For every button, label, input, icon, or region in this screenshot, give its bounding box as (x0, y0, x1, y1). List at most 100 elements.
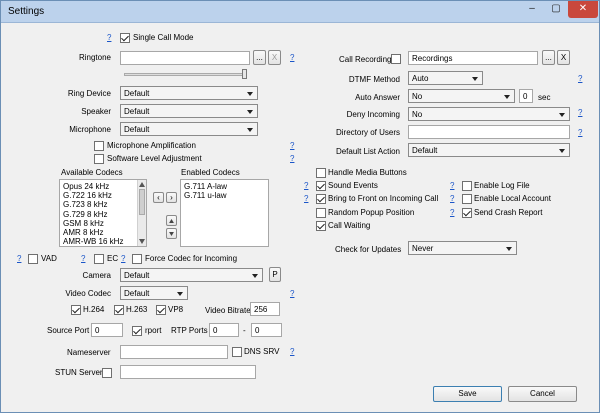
remove-codec-button[interactable]: ‹ (153, 192, 164, 203)
default-list-action-label: Default List Action (335, 147, 400, 156)
rtp-port-from-input[interactable]: 0 (209, 323, 239, 337)
ringtone-browse-button[interactable]: ... (253, 50, 266, 65)
help-link[interactable]: ? (450, 207, 454, 219)
help-link[interactable]: ? (290, 346, 294, 358)
force-codec-label: Force Codec for Incoming (145, 254, 238, 263)
mic-amplification-checkbox[interactable] (94, 141, 104, 151)
scroll-down-icon[interactable] (139, 239, 145, 244)
directory-of-users-input[interactable] (408, 125, 570, 139)
help-link[interactable]: ? (290, 153, 294, 165)
scroll-up-icon[interactable] (139, 182, 145, 187)
list-item[interactable]: G.722 16 kHz (63, 191, 134, 200)
call-waiting-checkbox[interactable] (316, 221, 326, 231)
bring-to-front-checkbox[interactable] (316, 194, 326, 204)
ec-checkbox[interactable] (94, 254, 104, 264)
help-link[interactable]: ? (450, 180, 454, 192)
source-port-input[interactable]: 0 (91, 323, 123, 337)
call-waiting-label: Call Waiting (328, 221, 371, 230)
settings-window: Settings – ▢ ✕ ? Single Call Mode Ringto… (0, 0, 600, 413)
stun-server-input[interactable] (120, 365, 256, 379)
ring-device-select[interactable]: Default (120, 86, 258, 100)
help-link[interactable]: ? (17, 253, 21, 265)
rport-checkbox[interactable] (132, 326, 142, 336)
default-list-action-select[interactable]: Default (408, 143, 570, 157)
help-link[interactable]: ? (578, 73, 582, 85)
enabled-codecs-list[interactable]: G.711 A-law G.711 u-law (180, 179, 269, 247)
move-down-icon (169, 232, 174, 236)
help-link[interactable]: ? (107, 32, 111, 44)
send-crash-report-checkbox[interactable] (462, 208, 472, 218)
camera-select[interactable]: Default (120, 268, 263, 282)
call-recording-checkbox[interactable] (391, 54, 401, 64)
enable-local-account-checkbox[interactable] (462, 194, 472, 204)
ring-device-label: Ring Device (67, 89, 111, 98)
list-item[interactable]: Opus 24 kHz (63, 182, 134, 191)
software-level-checkbox[interactable] (94, 154, 104, 164)
codecs-scrollbar[interactable] (137, 180, 146, 246)
move-up-button[interactable] (166, 215, 177, 226)
title-bar[interactable]: Settings – ▢ ✕ (1, 1, 599, 23)
handle-media-buttons-checkbox[interactable] (316, 168, 326, 178)
help-link[interactable]: ? (450, 193, 454, 205)
single-call-mode-checkbox[interactable] (120, 33, 130, 43)
directory-of-users-label: Directory of Users (335, 128, 400, 137)
stun-server-checkbox[interactable] (102, 368, 112, 378)
nameserver-input[interactable] (120, 345, 228, 359)
help-link[interactable]: ? (578, 107, 582, 119)
check-for-updates-select[interactable]: Never (408, 241, 517, 255)
vp8-checkbox[interactable] (156, 305, 166, 315)
rtp-port-to-input[interactable]: 0 (251, 323, 282, 337)
list-item[interactable]: GSM 8 kHz (63, 219, 134, 228)
h263-label: H.263 (126, 305, 148, 314)
dtmf-method-select[interactable]: Auto (408, 71, 483, 85)
ringtone-input[interactable] (120, 51, 250, 65)
stun-server-label: STUN Server (55, 368, 103, 377)
save-button[interactable]: Save (433, 386, 502, 402)
help-link[interactable]: ? (290, 288, 294, 300)
list-item[interactable]: G.711 u-law (184, 191, 265, 200)
vad-label: VAD (41, 254, 57, 263)
add-codec-button[interactable]: › (166, 192, 177, 203)
microphone-select[interactable]: Default (120, 122, 258, 136)
help-link[interactable]: ? (290, 140, 294, 152)
deny-incoming-select[interactable]: No (408, 107, 570, 121)
list-item[interactable]: G.723 8 kHz (63, 200, 134, 209)
help-link[interactable]: ? (304, 180, 308, 192)
move-down-button[interactable] (166, 228, 177, 239)
call-recording-folder-input[interactable]: Recordings (408, 51, 538, 65)
list-item[interactable]: G.711 A-law (184, 182, 265, 191)
call-recording-browse-button[interactable]: ... (542, 50, 555, 65)
h263-checkbox[interactable] (114, 305, 124, 315)
sound-events-checkbox[interactable] (316, 181, 326, 191)
maximize-button[interactable]: ▢ (544, 1, 568, 18)
ringtone-volume-slider[interactable] (242, 69, 247, 79)
h264-checkbox[interactable] (71, 305, 81, 315)
close-button[interactable]: ✕ (568, 1, 598, 18)
vp8-label: VP8 (168, 305, 184, 314)
auto-answer-seconds-input[interactable]: 0 (519, 89, 533, 103)
list-item[interactable]: G.729 8 kHz (63, 210, 134, 219)
help-link[interactable]: ? (121, 253, 125, 265)
camera-preview-button[interactable]: P (269, 267, 281, 282)
video-bitrate-input[interactable]: 256 (250, 302, 280, 316)
help-link[interactable]: ? (290, 52, 294, 64)
help-link[interactable]: ? (578, 127, 582, 139)
video-codec-select[interactable]: Default (120, 286, 188, 300)
vad-checkbox[interactable] (28, 254, 38, 264)
force-codec-checkbox[interactable] (132, 254, 142, 264)
list-item[interactable]: AMR-WB 16 kHz (63, 237, 134, 246)
cancel-button[interactable]: Cancel (508, 386, 577, 402)
help-link[interactable]: ? (81, 253, 85, 265)
minimize-button[interactable]: – (520, 1, 544, 18)
scroll-thumb[interactable] (139, 189, 145, 215)
enable-log-file-checkbox[interactable] (462, 181, 472, 191)
speaker-select[interactable]: Default (120, 104, 258, 118)
call-recording-clear-button[interactable]: X (557, 50, 570, 65)
list-item[interactable]: AMR 8 kHz (63, 228, 134, 237)
available-codecs-list[interactable]: Opus 24 kHz G.722 16 kHz G.723 8 kHz G.7… (59, 179, 147, 247)
ringtone-clear-button[interactable]: X (268, 50, 281, 65)
help-link[interactable]: ? (304, 193, 308, 205)
auto-answer-select[interactable]: No (408, 89, 515, 103)
dns-srv-checkbox[interactable] (232, 347, 242, 357)
random-popup-checkbox[interactable] (316, 208, 326, 218)
